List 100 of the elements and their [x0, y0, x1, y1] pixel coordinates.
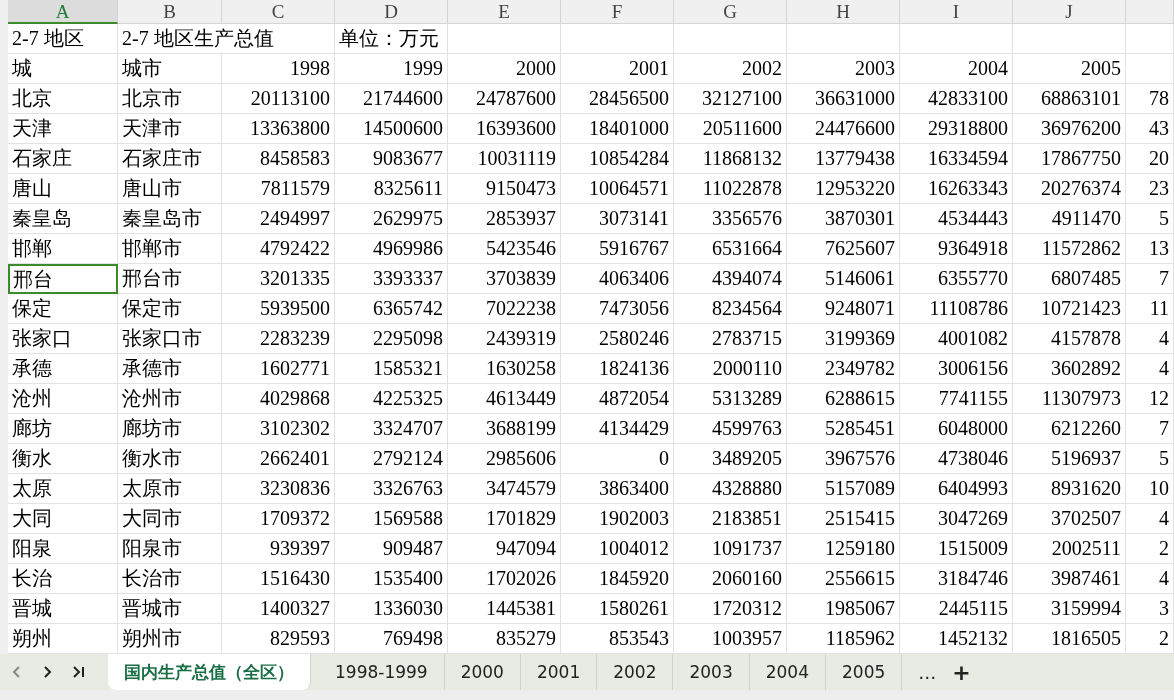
column-header[interactable]: C — [222, 0, 335, 24]
table-cell: 5196937 — [1013, 444, 1126, 474]
table-cell: 16263343 — [900, 174, 1013, 204]
table-cell: 36631000 — [787, 84, 900, 114]
table-cell: 张家口市 — [118, 324, 222, 354]
table-cell: 1516430 — [222, 564, 335, 594]
table-cell: 7811579 — [222, 174, 335, 204]
table-cell: 2183851 — [674, 504, 787, 534]
column-header[interactable]: E — [448, 0, 561, 24]
sheet-tab[interactable]: 国内生产总值（全区） — [108, 654, 311, 690]
table-cell: 7 — [1126, 414, 1174, 444]
table-cell[interactable]: 保定 — [8, 294, 118, 324]
table-cell[interactable]: 晋城 — [8, 594, 118, 624]
table-cell[interactable]: 张家口 — [8, 324, 118, 354]
table-cell: 939397 — [222, 534, 335, 564]
table-cell: 3199369 — [787, 324, 900, 354]
next-sheet-icon[interactable] — [42, 665, 52, 679]
table-cell: 3073141 — [561, 204, 674, 234]
last-sheet-icon[interactable] — [72, 665, 86, 679]
table-cell: 68863101 — [1013, 84, 1126, 114]
table-cell: 1701829 — [448, 504, 561, 534]
table-cell[interactable]: 衡水 — [8, 444, 118, 474]
table-cell: 1998 — [222, 54, 335, 84]
table-cell[interactable]: 廊坊 — [8, 414, 118, 444]
column-header[interactable]: A — [8, 0, 118, 24]
table-cell[interactable]: 北京 — [8, 84, 118, 114]
table-cell: 9083677 — [335, 144, 448, 174]
table-cell: 17867750 — [1013, 144, 1126, 174]
table-cell: 10064571 — [561, 174, 674, 204]
table-cell: 承德市 — [118, 354, 222, 384]
table-cell: 3688199 — [448, 414, 561, 444]
table-cell: 9150473 — [448, 174, 561, 204]
table-cell: 2 — [1126, 534, 1174, 564]
column-header[interactable]: I — [900, 0, 1013, 24]
table-cell: 3393337 — [335, 264, 448, 294]
table-cell: 3184746 — [900, 564, 1013, 594]
column-header[interactable]: G — [674, 0, 787, 24]
column-header[interactable]: B — [118, 0, 222, 24]
table-cell: 4534443 — [900, 204, 1013, 234]
table-cell: 3987461 — [1013, 564, 1126, 594]
table-cell[interactable]: 沧州 — [8, 384, 118, 414]
table-cell: 5423546 — [448, 234, 561, 264]
table-cell[interactable]: 太原 — [8, 474, 118, 504]
table-cell: 单位：万元 — [335, 24, 448, 54]
previous-sheet-icon[interactable] — [12, 665, 22, 679]
table-cell[interactable]: 阳泉 — [8, 534, 118, 564]
table-cell: 2-7 地区 — [8, 24, 118, 54]
table-cell[interactable]: 天津 — [8, 114, 118, 144]
table-cell: 6048000 — [900, 414, 1013, 444]
table-cell: 9364918 — [900, 234, 1013, 264]
table-cell: 3326763 — [335, 474, 448, 504]
table-cell: 8325611 — [335, 174, 448, 204]
table-cell: 20113100 — [222, 84, 335, 114]
table-cell: 2985606 — [448, 444, 561, 474]
table-cell: 21744600 — [335, 84, 448, 114]
table-cell: 4225325 — [335, 384, 448, 414]
table-cell: 2000110 — [674, 354, 787, 384]
table-cell: 城市 — [118, 54, 222, 84]
table-cell: 5 — [1126, 204, 1174, 234]
table-cell[interactable]: 唐山 — [8, 174, 118, 204]
table-cell: 2580246 — [561, 324, 674, 354]
table-cell: 6212260 — [1013, 414, 1126, 444]
table-cell: 2060160 — [674, 564, 787, 594]
table-cell: 2005 — [1013, 54, 1126, 84]
empty-cell — [1126, 54, 1174, 84]
table-cell: 7625607 — [787, 234, 900, 264]
table-cell[interactable]: 承德 — [8, 354, 118, 384]
table-cell: 4001082 — [900, 324, 1013, 354]
table-cell: 11307973 — [1013, 384, 1126, 414]
table-cell: 0 — [561, 444, 674, 474]
table-cell: 沧州市 — [118, 384, 222, 414]
table-cell: 4 — [1126, 504, 1174, 534]
table-cell: 4328880 — [674, 474, 787, 504]
table-cell: 3006156 — [900, 354, 1013, 384]
table-cell[interactable]: 邯郸 — [8, 234, 118, 264]
table-cell: 3474579 — [448, 474, 561, 504]
table-cell[interactable]: 邢台 — [8, 264, 118, 294]
column-header[interactable]: H — [787, 0, 900, 24]
column-header[interactable]: J — [1013, 0, 1126, 24]
table-cell: 78 — [1126, 84, 1174, 114]
table-cell: 3602892 — [1013, 354, 1126, 384]
table-cell: 1004012 — [561, 534, 674, 564]
table-cell[interactable]: 长治 — [8, 564, 118, 594]
column-header[interactable]: D — [335, 0, 448, 24]
table-cell: 4394074 — [674, 264, 787, 294]
table-cell: 3 — [1126, 594, 1174, 624]
table-cell: 6355770 — [900, 264, 1013, 294]
table-cell[interactable]: 秦皇岛 — [8, 204, 118, 234]
column-header[interactable]: F — [561, 0, 674, 24]
table-cell: 6531664 — [674, 234, 787, 264]
table-cell: 2494997 — [222, 204, 335, 234]
table-cell: 1336030 — [335, 594, 448, 624]
table-cell[interactable]: 大同 — [8, 504, 118, 534]
table-cell: 3703839 — [448, 264, 561, 294]
add-sheet-button[interactable]: + — [952, 659, 971, 685]
table-cell: 20276374 — [1013, 174, 1126, 204]
more-sheets-button[interactable]: … — [918, 661, 937, 683]
table-cell: 4 — [1126, 564, 1174, 594]
table-cell: 1585321 — [335, 354, 448, 384]
table-cell[interactable]: 石家庄 — [8, 144, 118, 174]
